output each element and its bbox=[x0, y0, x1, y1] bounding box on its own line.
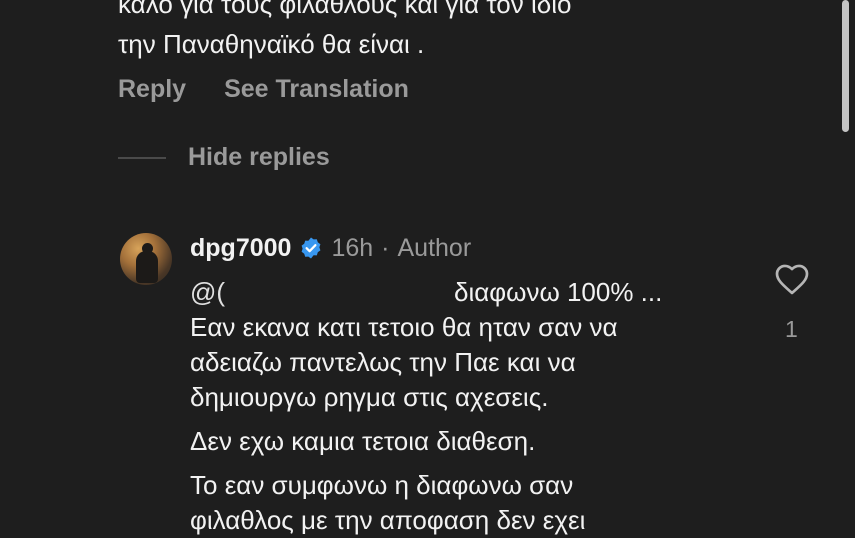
like-count: 1 bbox=[785, 316, 798, 342]
hide-replies-button[interactable]: Hide replies bbox=[188, 143, 330, 172]
parent-comment-text: καλο για τους φιλαθλους και για τον ιδιο… bbox=[118, 0, 758, 64]
avatar-figure-body bbox=[136, 251, 158, 283]
avatar[interactable] bbox=[120, 233, 172, 285]
comment-line: φιλαθλος με την αποφαση δεν εχει bbox=[190, 505, 586, 535]
scrollbar[interactable] bbox=[842, 0, 849, 132]
verified-badge-icon bbox=[299, 236, 323, 260]
mention-link[interactable]: @( bbox=[190, 275, 225, 310]
comment-line: Το εαν συμφωνω η διαφωνω σαν bbox=[190, 470, 574, 500]
reply-button[interactable]: Reply bbox=[118, 75, 186, 104]
comment-first-line: διαφωνω 100% ... bbox=[454, 277, 663, 307]
reply-meta: dpg7000 16h · Author bbox=[190, 231, 471, 265]
like-heart-icon[interactable] bbox=[774, 262, 810, 296]
author-badge: Author bbox=[397, 233, 472, 262]
see-translation-button[interactable]: See Translation bbox=[224, 75, 409, 104]
username[interactable]: dpg7000 bbox=[190, 234, 291, 263]
timestamp: 16h bbox=[331, 233, 374, 262]
comment-line: δημιουργω ρηγμα στις αχεσεις. bbox=[190, 382, 549, 412]
parent-comment-actions: Reply See Translation bbox=[118, 75, 409, 104]
comment-line: Δεν εχω καμια τετοια διαθεση. bbox=[190, 426, 536, 456]
reply-comment-body: @( διαφωνω 100% ... Εαν εκανα κατι τετοι… bbox=[190, 275, 750, 538]
comment-line: Εαν εκανα κατι τετοιο θα ηταν σαν να bbox=[190, 312, 618, 342]
replies-divider-line bbox=[118, 156, 166, 159]
comment-line: αδειαζω παντελως την Παε και να bbox=[190, 347, 576, 377]
parent-comment-line: την Παναθηναϊκό θα είναι . bbox=[118, 29, 425, 59]
meta-separator: · bbox=[381, 233, 390, 262]
hide-replies-row[interactable]: Hide replies bbox=[118, 143, 330, 172]
mention-row: @( διαφωνω 100% ... bbox=[190, 275, 750, 310]
parent-comment-line: καλο για τους φιλαθλους και για τον ιδιο bbox=[118, 0, 572, 19]
